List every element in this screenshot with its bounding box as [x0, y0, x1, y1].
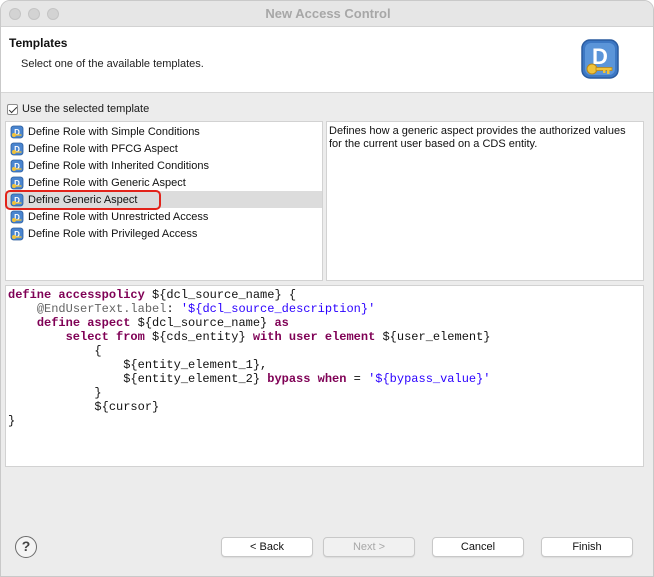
template-item[interactable]: D Define Role with Simple Conditions — [6, 123, 322, 140]
access-control-key-icon: D — [581, 39, 619, 79]
selection-highlight-annotation — [5, 190, 161, 210]
code-token: ${cursor} — [8, 400, 160, 414]
template-preview-code: define accesspolicy ${dcl_source_name} {… — [5, 285, 644, 467]
code-line: select from ${cds_entity} with user elem… — [8, 330, 643, 344]
code-token: ${user_element} — [375, 330, 491, 344]
template-item-label: Define Role with PFCG Aspect — [28, 142, 178, 155]
template-icon: D — [10, 176, 24, 189]
title-bar: New Access Control — [1, 1, 653, 27]
use-template-label: Use the selected template — [22, 103, 150, 115]
code-token: ${dcl_source_name} — [130, 316, 275, 330]
template-item[interactable]: D Define Role with Unrestricted Access — [6, 208, 322, 225]
code-token: ${entity_element_1}, — [8, 358, 268, 372]
code-token: : — [166, 302, 181, 316]
code-token: ${dcl_source_name} { — [144, 288, 297, 302]
code-token: } — [8, 386, 102, 400]
help-icon[interactable]: ? — [15, 536, 37, 558]
template-item-label: Define Role with Simple Conditions — [28, 125, 200, 138]
code-token: = — [346, 372, 369, 386]
template-icon: D — [10, 159, 24, 172]
wizard-header: Templates Select one of the available te… — [1, 27, 653, 93]
finish-button[interactable]: Finish — [541, 537, 633, 557]
template-item[interactable]: D Define Role with Generic Aspect — [6, 174, 322, 191]
code-line: } — [8, 386, 643, 400]
code-token: { — [8, 344, 102, 358]
template-icon: D — [10, 227, 24, 240]
window-title: New Access Control — [265, 6, 391, 21]
use-template-checkbox[interactable] — [7, 103, 18, 115]
code-line: define aspect ${dcl_source_name} as — [8, 316, 643, 330]
template-icon: D — [10, 210, 24, 223]
code-line: ${cursor} — [8, 400, 643, 414]
back-button[interactable]: < Back — [221, 537, 313, 557]
code-line: ${entity_element_1}, — [8, 358, 643, 372]
code-token: '${dcl_source_description}' — [180, 302, 376, 316]
template-item[interactable]: D Define Role with Inherited Conditions — [6, 157, 322, 174]
code-token: '${bypass_value}' — [368, 372, 491, 386]
code-token: } — [8, 414, 16, 428]
code-line: { — [8, 344, 643, 358]
template-item-label: Define Role with Unrestricted Access — [28, 210, 209, 223]
template-item-label: Define Role with Inherited Conditions — [28, 159, 209, 172]
template-item[interactable]: D Define Role with PFCG Aspect — [6, 140, 322, 157]
code-token: ${entity_element_2} — [8, 372, 268, 386]
code-line: } — [8, 414, 643, 428]
template-item-label: Define Role with Generic Aspect — [28, 176, 186, 189]
code-token: ${cds_entity} — [144, 330, 253, 344]
page-title: Templates — [9, 36, 68, 50]
code-line: define accesspolicy ${dcl_source_name} { — [8, 288, 643, 302]
code-token: with user element — [252, 330, 376, 344]
template-description: Defines how a generic aspect provides th… — [326, 121, 644, 281]
code-token: bypass when — [267, 372, 347, 386]
code-token: define accesspolicy — [8, 288, 145, 302]
template-icon: D — [10, 142, 24, 155]
cancel-button[interactable]: Cancel — [432, 537, 524, 557]
template-item[interactable]: D Define Role with Privileged Access — [6, 225, 322, 242]
next-button[interactable]: Next > — [323, 537, 415, 557]
code-line: @EndUserText.label: '${dcl_source_descri… — [8, 302, 643, 316]
template-icon: D — [10, 125, 24, 138]
dialog-window: New Access Control Templates Select one … — [0, 0, 654, 577]
code-line: ${entity_element_2} bypass when = '${byp… — [8, 372, 643, 386]
template-item-label: Define Role with Privileged Access — [28, 227, 198, 240]
code-token: as — [274, 316, 289, 330]
code-token: select from — [65, 330, 145, 344]
use-template-checkbox-row[interactable]: Use the selected template — [7, 102, 149, 116]
code-token: @EndUserText.label — [36, 302, 167, 316]
page-description: Select one of the available templates. — [21, 58, 204, 70]
code-token: define aspect — [36, 316, 131, 330]
